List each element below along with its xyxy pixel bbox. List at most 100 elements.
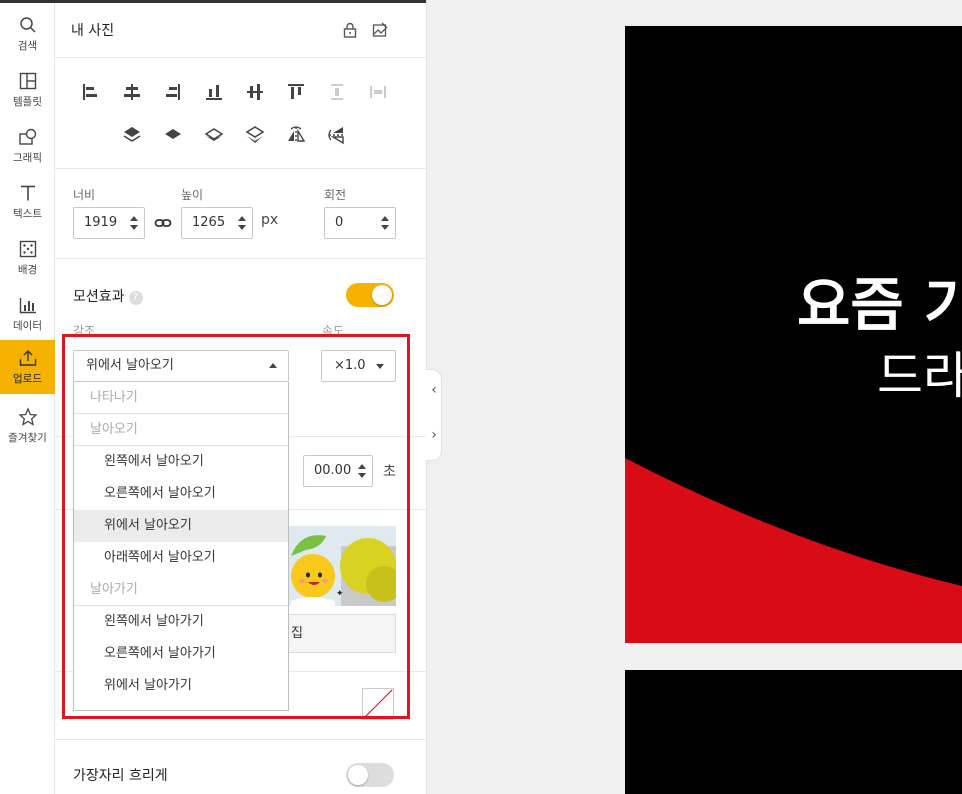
rail-item-data[interactable]: 데이터 [0,286,55,342]
panel-title: 내 사진 [71,23,115,39]
chart-icon [19,298,36,314]
rail-label: 업로드 [13,373,42,385]
rail-label: 텍스트 [13,208,42,220]
rail-label: 배경 [17,264,38,276]
rail-item-graphic[interactable]: 그래픽 [0,118,55,174]
align-top-icon[interactable] [285,81,307,103]
speed-label: 속도 [322,324,345,338]
rotation-input[interactable]: 0 [324,207,396,239]
link-ratio-icon[interactable] [154,214,172,232]
caret-down-icon [376,364,384,369]
rail-item-background[interactable]: 배경 [0,230,55,286]
edge-blur-label: 가장자리 흐리게 [73,768,168,784]
template-icon [19,72,36,90]
svg-text:✦: ✦ [336,589,344,599]
align-center-h-icon[interactable] [121,81,143,103]
rail-label: 검색 [17,40,38,52]
speed-value: ×1.0 [334,358,366,373]
dropdown-option[interactable]: 오른쪽에서 날아가기 [74,638,288,670]
chevron-right-icon[interactable]: › [428,427,440,443]
properties-panel: 내 사진 너비 높이 회전 1919 1265 px 0 모션효과? 강조 속도… [55,0,427,794]
background-icon [19,240,36,258]
rail-label: 즐겨찾기 [8,432,47,444]
divider [55,258,426,259]
width-value: 1919 [84,215,118,230]
delay-input[interactable]: 00.00 [303,455,373,487]
stepper-arrows-icon[interactable] [380,213,390,233]
photo-thumbnail[interactable]: ✦ [286,526,396,606]
top-border [55,0,426,3]
flip-horizontal-icon[interactable] [285,124,307,146]
left-tool-rail: 검색 템플릿 그래픽 텍스트 배경 데이터 업로드 즐겨찾기 [0,0,55,794]
rail-item-template[interactable]: 템플릿 [0,62,55,118]
align-bottom-icon[interactable] [203,81,225,103]
height-value: 1265 [192,215,226,230]
dropdown-option[interactable]: 왼쪽에서 날아오기 [74,446,288,478]
effect-select[interactable]: 위에서 날아오기 [73,350,289,382]
motion-effect-label: 모션효과 [73,289,125,305]
bring-forward-icon[interactable] [162,124,184,146]
delay-value: 00.00 [314,463,352,478]
design-canvas-page[interactable]: 요즘 기 드라 [625,26,962,643]
canvas-subtitle-text[interactable]: 드라 [877,336,962,408]
send-backward-icon[interactable] [203,124,225,146]
photo-edit-label: 집 [291,626,303,641]
rail-item-upload[interactable]: 업로드 [0,340,55,394]
star-icon [17,407,38,426]
align-left-icon[interactable] [79,81,101,103]
dropdown-group-header: 날아가기 [74,574,288,606]
panel-collapse-handle[interactable]: ‹ › [426,369,442,461]
divider [55,57,426,58]
rotation-value: 0 [335,215,344,230]
rail-item-search[interactable]: 검색 [0,6,55,62]
size-unit: px [261,212,279,228]
caret-up-icon [269,363,277,368]
dropdown-option[interactable]: 오른쪽에서 날아오기 [74,478,288,510]
emphasis-label: 강조 [73,324,96,338]
effect-selected-value: 위에서 날아오기 [86,358,174,373]
dropdown-option-selected[interactable]: 위에서 날아오기 [74,510,288,542]
bring-to-front-icon[interactable] [121,124,143,146]
rail-item-text[interactable]: 텍스트 [0,174,55,230]
height-label: 높이 [181,188,204,202]
dropdown-option[interactable]: 위에서 날아가기 [74,670,288,702]
flip-vertical-icon[interactable] [326,124,348,146]
stepper-arrows-icon[interactable] [237,213,247,233]
canvas-title-text[interactable]: 요즘 기 [797,258,962,342]
distribute-vertical-icon [326,81,348,103]
height-input[interactable]: 1265 [181,207,253,239]
divider [55,739,426,740]
search-icon [19,17,36,33]
speed-select[interactable]: ×1.0 [321,350,396,382]
width-input[interactable]: 1919 [73,207,145,239]
toggle-knob [348,765,368,785]
rail-item-favorites[interactable]: 즐겨찾기 [0,398,55,454]
dropdown-option[interactable]: 왼쪽에서 날아가기 [74,606,288,638]
effect-dropdown-list: 나타나기 날아오기 왼쪽에서 날아오기 오른쪽에서 날아오기 위에서 날아오기 … [73,382,289,711]
photo-edit-button[interactable]: 집 [286,614,396,653]
replace-image-icon[interactable] [371,21,389,39]
divider [55,168,426,169]
stepper-arrows-icon[interactable] [129,213,139,233]
help-icon[interactable]: ? [128,291,143,305]
rail-label: 템플릿 [13,96,42,108]
edge-blur-toggle[interactable] [346,763,394,787]
chevron-left-icon[interactable]: ‹ [428,382,440,398]
transparent-color-swatch[interactable] [362,688,394,720]
design-canvas-page-2[interactable] [625,670,962,794]
align-center-v-icon[interactable] [244,81,266,103]
align-right-icon[interactable] [162,81,184,103]
lock-icon[interactable] [341,21,359,39]
stepper-arrows-icon[interactable] [357,461,367,481]
motion-effect-title: 모션효과? [73,286,143,306]
rail-label: 그래픽 [13,152,42,164]
width-label: 너비 [73,188,96,202]
rotation-label: 회전 [324,188,347,202]
motion-effect-toggle[interactable] [346,283,394,307]
send-to-back-icon[interactable] [244,124,266,146]
graphic-icon [18,128,36,145]
toggle-knob [372,285,392,305]
top-border [0,0,55,3]
dropdown-option[interactable]: 아래쪽에서 날아오기 [74,542,288,574]
delay-unit: 초 [383,464,396,480]
